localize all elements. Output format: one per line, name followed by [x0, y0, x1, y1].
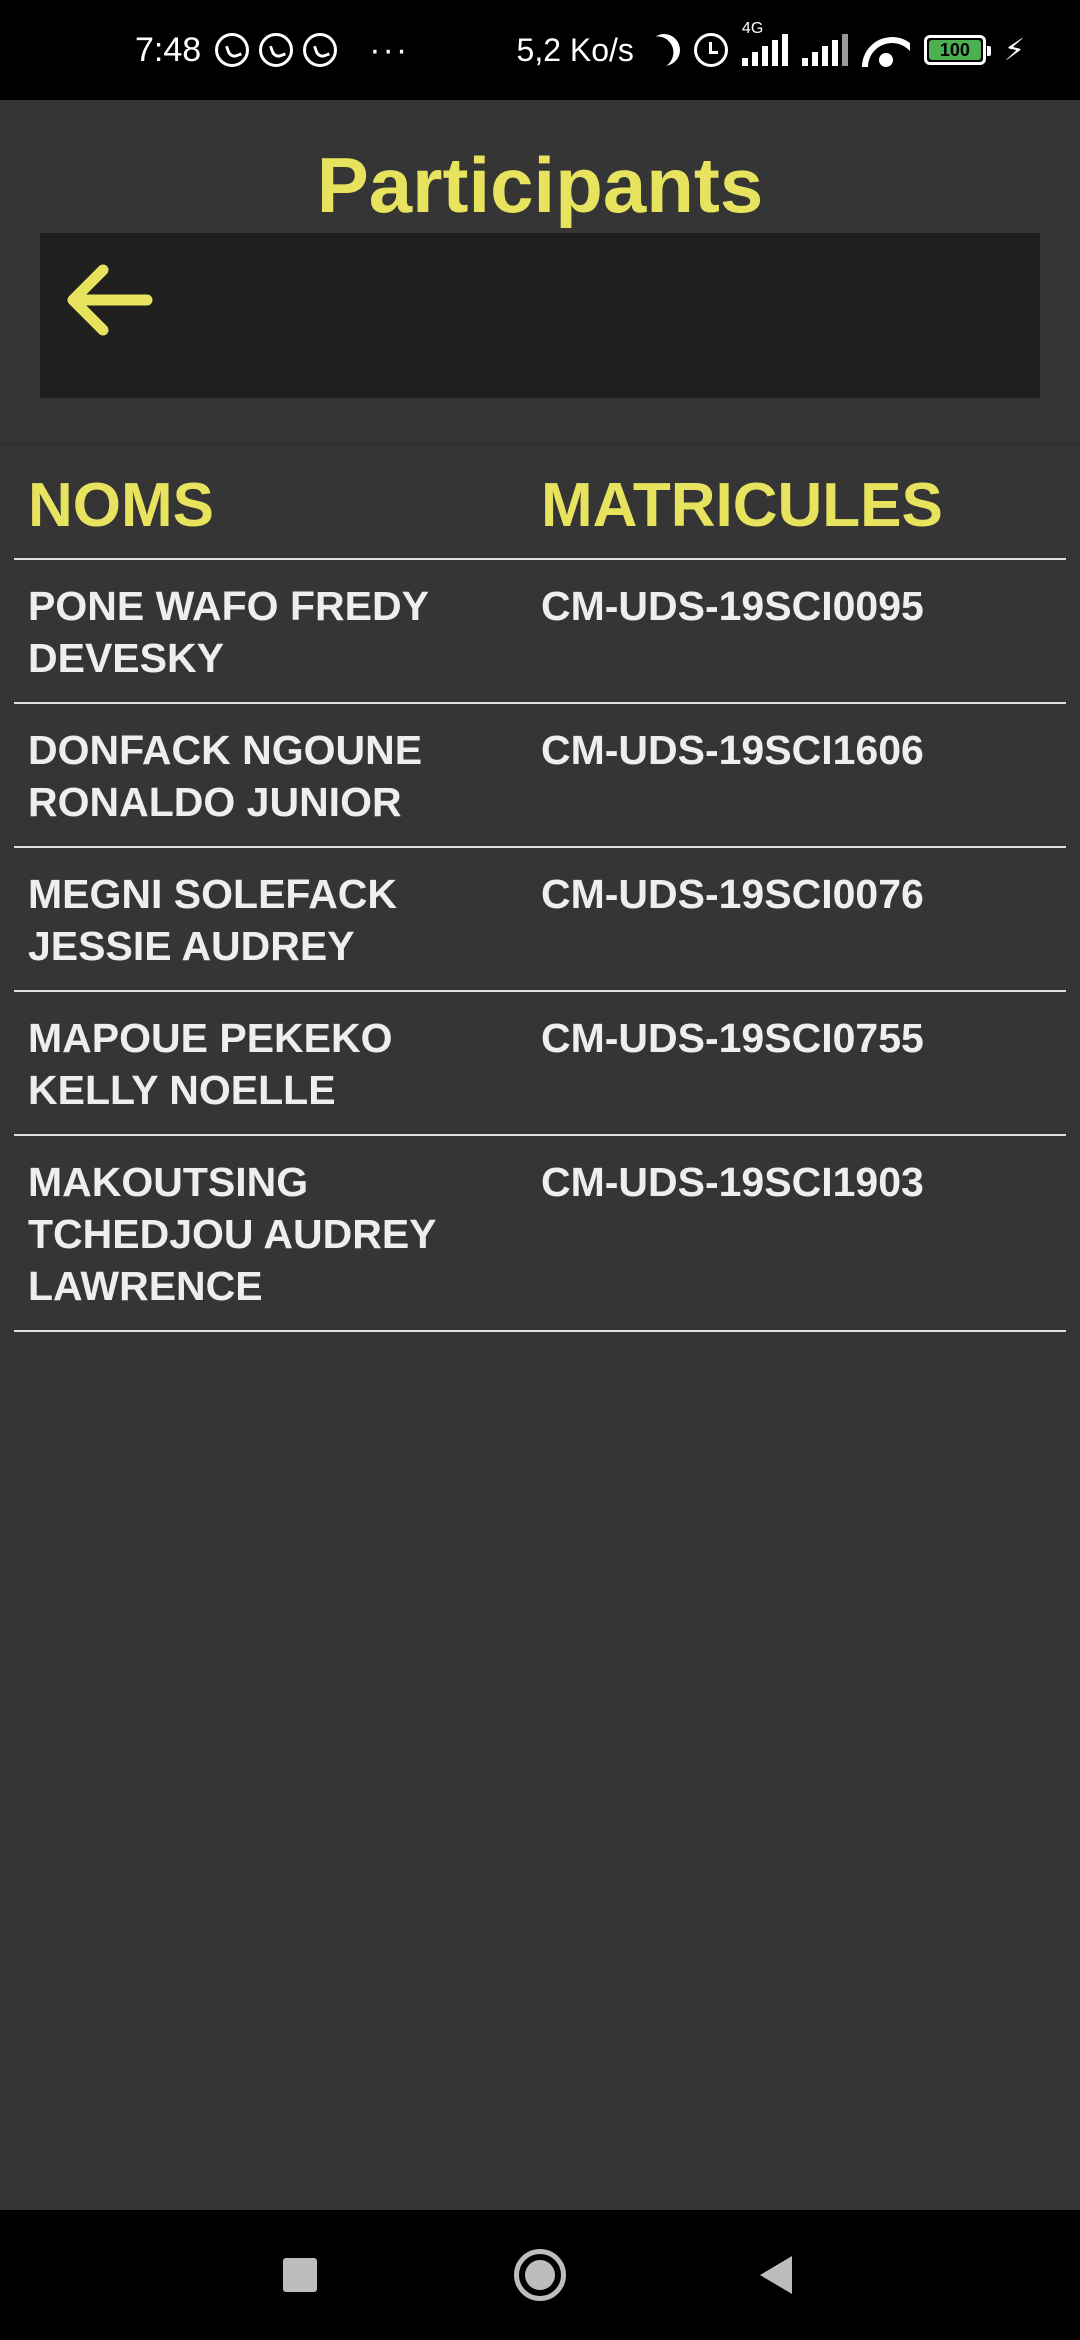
recents-button[interactable]	[240, 2210, 360, 2340]
status-bar-left: 7:48 ···	[135, 0, 409, 100]
more-dots-icon: ···	[369, 30, 410, 69]
arrow-left-icon	[67, 264, 153, 336]
table-row[interactable]: MAPOUE PEKEKO KELLY NOELLE CM-UDS-19SCI0…	[14, 992, 1066, 1136]
signal-icon: 4G	[741, 20, 788, 66]
signal-icon	[801, 34, 848, 66]
participant-name: MEGNI SOLEFACK JESSIE AUDREY	[28, 871, 398, 969]
divider	[0, 442, 1080, 446]
toolbar	[40, 233, 1040, 398]
whatsapp-icon	[215, 33, 250, 67]
system-back-button[interactable]	[716, 2210, 836, 2340]
back-button[interactable]	[54, 245, 164, 355]
table-row[interactable]: PONE WAFO FREDY DEVESKY CM-UDS-19SCI0095	[14, 560, 1066, 704]
home-button[interactable]	[480, 2210, 600, 2340]
wifi-icon	[862, 33, 910, 67]
table-row[interactable]: MAKOUTSING TCHEDJOU AUDREY LAWRENCE CM-U…	[14, 1136, 1066, 1332]
table-row[interactable]: DONFACK NGOUNE RONALDO JUNIOR CM-UDS-19S…	[14, 704, 1066, 848]
back-triangle-icon	[760, 2256, 792, 2294]
moon-icon	[643, 29, 684, 70]
home-circle-icon	[514, 2249, 566, 2301]
clock: 7:48	[135, 30, 202, 69]
alarm-icon	[693, 33, 728, 67]
participants-table: NOMS MATRICULES PONE WAFO FREDY DEVESKY …	[14, 452, 1066, 1332]
participant-matricule: CM-UDS-19SCI0076	[541, 871, 924, 917]
status-bar: 7:48 ··· 5,2 Ko/s 4G 100 ⚡	[0, 0, 1080, 100]
charging-icon: ⚡	[1003, 33, 1025, 67]
header-matricules: MATRICULES	[541, 470, 943, 540]
network-speed: 5,2 Ko/s	[516, 31, 634, 68]
table-header: NOMS MATRICULES	[14, 452, 1066, 560]
participant-matricule: CM-UDS-19SCI0755	[541, 1015, 924, 1061]
whatsapp-icon	[259, 33, 294, 67]
participant-name: MAPOUE PEKEKO KELLY NOELLE	[28, 1015, 393, 1113]
table-row[interactable]: MEGNI SOLEFACK JESSIE AUDREY CM-UDS-19SC…	[14, 848, 1066, 992]
battery-level: 100	[928, 40, 981, 60]
recents-square-icon	[283, 2258, 317, 2292]
header-noms: NOMS	[28, 470, 214, 540]
screen: 7:48 ··· 5,2 Ko/s 4G 100 ⚡ Participants	[0, 0, 1080, 2340]
battery-icon: 100	[923, 35, 991, 65]
participant-matricule: CM-UDS-19SCI0095	[541, 583, 924, 629]
participant-matricule: CM-UDS-19SCI1606	[541, 727, 924, 773]
network-type: 4G	[741, 20, 764, 37]
participant-matricule: CM-UDS-19SCI1903	[541, 1159, 924, 1205]
navigation-bar	[0, 2210, 1080, 2340]
participant-name: PONE WAFO FREDY DEVESKY	[28, 583, 429, 681]
page-title: Participants	[316, 141, 764, 229]
whatsapp-icon	[303, 33, 338, 67]
participant-name: MAKOUTSING TCHEDJOU AUDREY LAWRENCE	[28, 1159, 436, 1309]
status-bar-right: 5,2 Ko/s 4G 100 ⚡	[517, 0, 1025, 100]
participant-name: DONFACK NGOUNE RONALDO JUNIOR	[28, 727, 423, 825]
